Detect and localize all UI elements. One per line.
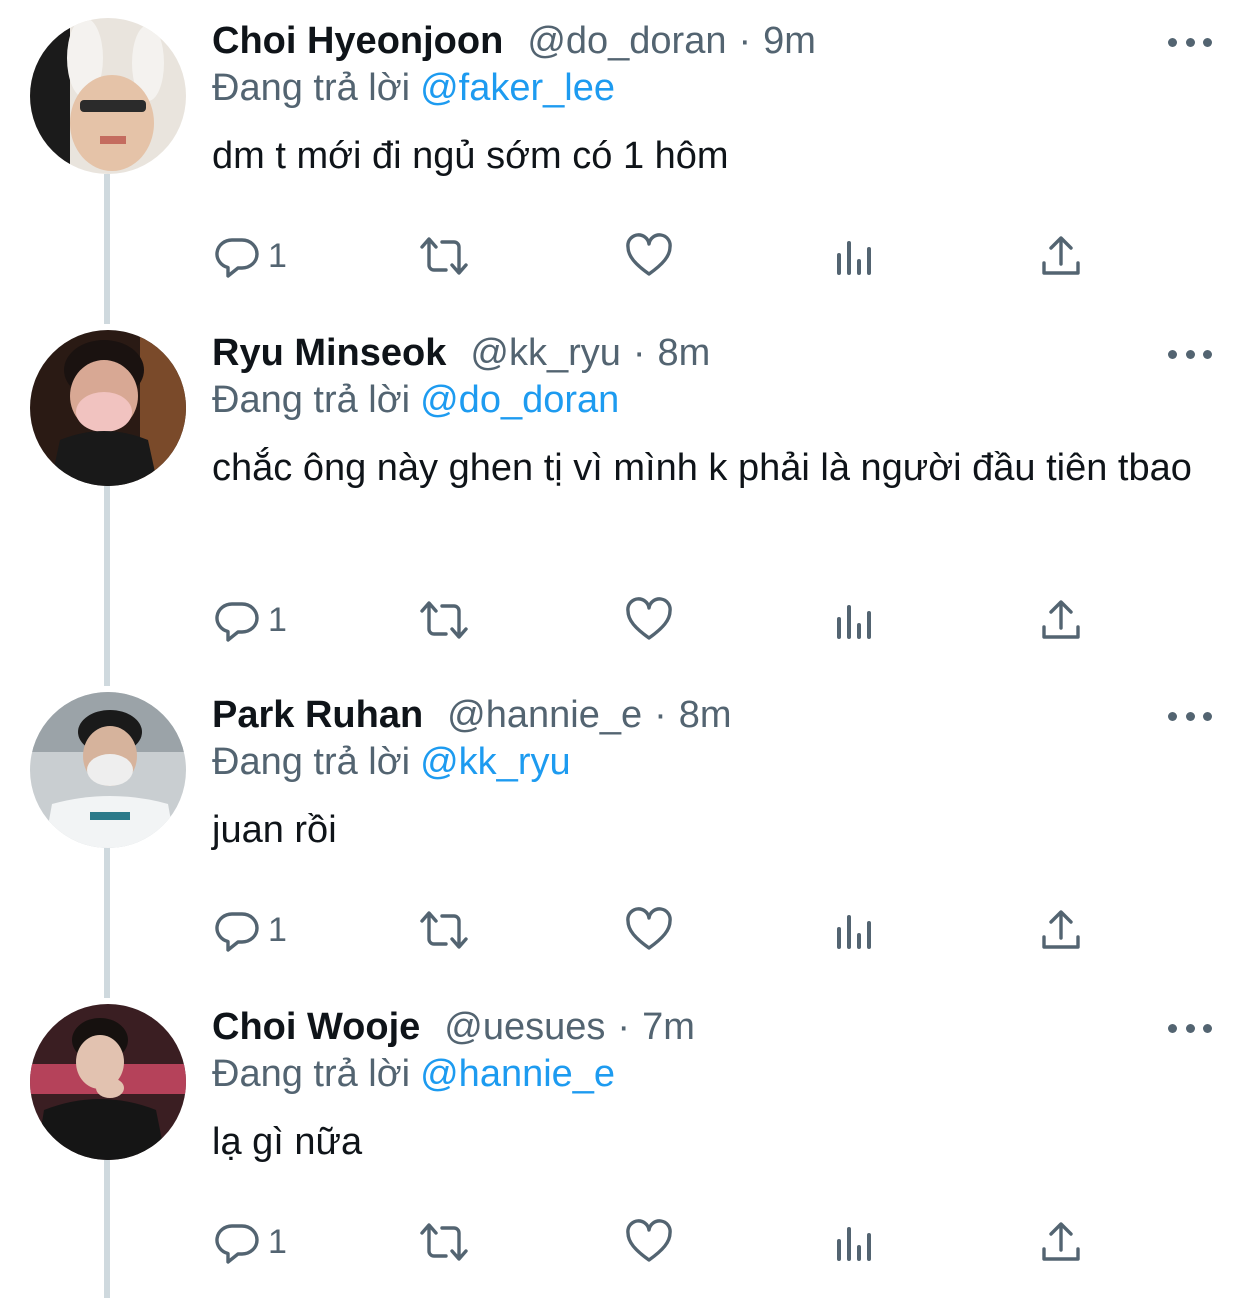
- author-handle[interactable]: @kk_ryu: [470, 332, 621, 374]
- like-button[interactable]: [624, 900, 674, 960]
- reply-count: 1: [268, 236, 287, 275]
- avatar[interactable]: [30, 18, 186, 174]
- views-button[interactable]: [830, 226, 880, 286]
- author-name[interactable]: Park Ruhan: [212, 694, 423, 736]
- mention-link[interactable]: @kk_ryu: [420, 741, 571, 783]
- tweet-text: lạ gì nữa: [212, 1121, 363, 1163]
- tweet-actions: 1: [212, 1212, 1112, 1272]
- heart-icon: [626, 907, 672, 950]
- reply-icon: [215, 238, 259, 278]
- tweet-text: dm t mới đi ngủ sớm có 1 hôm: [212, 135, 729, 177]
- tweet-text: juan rồi: [212, 809, 337, 851]
- avatar[interactable]: [30, 1004, 186, 1160]
- reply-icon: [215, 912, 259, 952]
- share-icon: [1042, 910, 1080, 949]
- timestamp[interactable]: 8m: [679, 694, 732, 736]
- replying-to-label: Đang trả lời: [212, 67, 411, 109]
- retweet-icon: [420, 911, 468, 949]
- retweet-icon: [420, 601, 468, 639]
- avatar-image: [30, 692, 186, 848]
- reply-button[interactable]: 1: [212, 590, 287, 650]
- share-button[interactable]: [1036, 900, 1086, 960]
- timestamp[interactable]: 7m: [642, 1006, 695, 1048]
- more-icon[interactable]: [1168, 30, 1212, 54]
- views-icon: [837, 605, 871, 639]
- reply-icon: [215, 1224, 259, 1264]
- more-icon[interactable]: [1168, 704, 1212, 728]
- author-handle[interactable]: @do_doran: [527, 20, 726, 62]
- reply-button[interactable]: 1: [212, 900, 287, 960]
- replying-to-label: Đang trả lời: [212, 1053, 411, 1095]
- avatar[interactable]: [30, 692, 186, 848]
- tweet-actions: 1: [212, 900, 1112, 960]
- reply-count: 1: [268, 600, 287, 639]
- author-name[interactable]: Ryu Minseok: [212, 332, 446, 374]
- share-icon: [1042, 236, 1080, 275]
- separator-dot: ·: [738, 20, 752, 62]
- avatar-image: [30, 1004, 186, 1160]
- reply-thread: Choi Hyeonjoon @do_doran · 9m Đang trả l…: [0, 0, 1242, 1298]
- separator-dot: ·: [632, 332, 646, 374]
- share-button[interactable]: [1036, 226, 1086, 286]
- retweet-button[interactable]: [416, 1212, 472, 1272]
- reply-count: 1: [268, 910, 287, 949]
- replying-to-label: Đang trả lời: [212, 741, 411, 783]
- share-icon: [1042, 1222, 1080, 1261]
- reply-button[interactable]: 1: [212, 226, 287, 286]
- tweet-actions: 1: [212, 226, 1112, 286]
- author-handle[interactable]: @hannie_e: [447, 694, 642, 736]
- views-button[interactable]: [830, 590, 880, 650]
- reply-button[interactable]: 1: [212, 1212, 287, 1272]
- like-button[interactable]: [624, 590, 674, 650]
- author-name[interactable]: Choi Wooje: [212, 1006, 420, 1048]
- avatar-image: [30, 330, 186, 486]
- views-icon: [837, 915, 871, 949]
- share-button[interactable]: [1036, 590, 1086, 650]
- avatar[interactable]: [30, 330, 186, 486]
- avatar-image: [30, 18, 186, 174]
- reply-count: 1: [268, 1222, 287, 1261]
- mention-link[interactable]: @do_doran: [420, 379, 619, 421]
- tweet-actions: 1: [212, 590, 1112, 650]
- retweet-icon: [420, 237, 468, 275]
- heart-icon: [626, 1219, 672, 1262]
- timestamp[interactable]: 9m: [763, 20, 816, 62]
- retweet-button[interactable]: [416, 590, 472, 650]
- replying-to-label: Đang trả lời: [212, 379, 411, 421]
- views-icon: [837, 1227, 871, 1261]
- replying-to: Đang trả lời @kk_ryu: [212, 736, 1212, 788]
- heart-icon: [626, 233, 672, 276]
- heart-icon: [626, 597, 672, 640]
- more-icon[interactable]: [1168, 1016, 1212, 1040]
- mention-link[interactable]: @hannie_e: [420, 1053, 615, 1095]
- timestamp[interactable]: 8m: [658, 332, 711, 374]
- separator-dot: ·: [617, 1006, 631, 1048]
- replying-to: Đang trả lời @do_doran: [212, 374, 1212, 426]
- more-icon[interactable]: [1168, 342, 1212, 366]
- mention-link[interactable]: @faker_lee: [420, 67, 615, 109]
- views-button[interactable]: [830, 900, 880, 960]
- views-button[interactable]: [830, 1212, 880, 1272]
- like-button[interactable]: [624, 1212, 674, 1272]
- author-handle[interactable]: @uesues: [444, 1006, 605, 1048]
- views-icon: [837, 241, 871, 275]
- share-button[interactable]: [1036, 1212, 1086, 1272]
- reply-icon: [215, 602, 259, 642]
- replying-to: Đang trả lời @hannie_e: [212, 1048, 1212, 1100]
- retweet-icon: [420, 1223, 468, 1261]
- retweet-button[interactable]: [416, 226, 472, 286]
- like-button[interactable]: [624, 226, 674, 286]
- author-name[interactable]: Choi Hyeonjoon: [212, 20, 503, 62]
- replying-to: Đang trả lời @faker_lee: [212, 62, 1212, 114]
- separator-dot: ·: [654, 694, 667, 736]
- share-icon: [1042, 600, 1080, 639]
- tweet-text: chắc ông này ghen tị vì mình k phải là n…: [212, 447, 1192, 489]
- retweet-button[interactable]: [416, 900, 472, 960]
